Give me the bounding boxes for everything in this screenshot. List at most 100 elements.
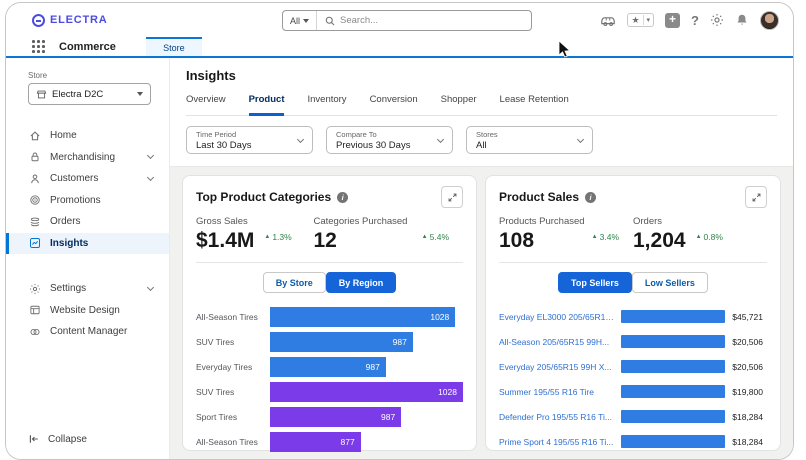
bar	[621, 310, 726, 323]
chart-row: All-Season Tires 1028	[196, 304, 463, 329]
sidebar-item-merchandising[interactable]: Merchandising	[6, 147, 169, 169]
expand-button[interactable]	[745, 186, 767, 208]
filter-value: Previous 30 Days	[336, 139, 411, 151]
tab-shopper[interactable]: Shopper	[441, 94, 477, 116]
expand-button[interactable]	[441, 186, 463, 208]
toggle-by-region[interactable]: By Region	[325, 272, 397, 293]
sidebar-item-orders[interactable]: Orders	[6, 211, 169, 233]
product-link[interactable]: Everyday EL3000 205/65R15...	[499, 312, 621, 322]
tab-inventory[interactable]: Inventory	[307, 94, 346, 116]
guidance-icon[interactable]	[600, 14, 616, 27]
info-icon[interactable]: i	[585, 191, 597, 203]
chevron-down-icon	[146, 173, 155, 181]
product-link[interactable]: All-Season 205/65R15 99H...	[499, 337, 621, 347]
filter-stores[interactable]: Stores All	[466, 126, 593, 154]
sidebar-item-label: Orders	[50, 216, 81, 228]
chart-row: Defender Pro 195/55 R16 Ti... $18,284	[499, 404, 767, 429]
filter-time-period[interactable]: Time Period Last 30 Days	[186, 126, 313, 154]
chart-row: Everyday Tires 987	[196, 354, 463, 379]
bar-value: 987	[365, 361, 380, 372]
bar-label: All-Season Tires	[196, 311, 258, 322]
toggle-top-sellers[interactable]: Top Sellers	[558, 272, 632, 293]
product-link[interactable]: Everyday 205/65R15 99H X...	[499, 362, 621, 372]
setup-gear-icon[interactable]	[710, 13, 724, 27]
sidebar-item-promotions[interactable]: Promotions	[6, 190, 169, 212]
bar: 987	[270, 356, 386, 377]
store-selector[interactable]: Electra D2C	[28, 83, 151, 105]
app-launcher-icon[interactable]	[32, 40, 45, 53]
sidebar-item-customers[interactable]: Customers	[6, 168, 169, 190]
avatar[interactable]	[760, 10, 779, 30]
sidebar-item-label: Promotions	[50, 194, 101, 206]
expand-icon	[448, 193, 456, 201]
metric-value: 108	[499, 229, 535, 252]
bar	[621, 435, 726, 448]
store-selector-value: Electra D2C	[52, 88, 104, 100]
chart-row: Sport Tires 987	[196, 404, 463, 429]
chart-row: Summer 195/55 R16 Tire $19,800	[499, 379, 767, 404]
search-input[interactable]	[340, 15, 531, 26]
chevron-down-icon	[576, 135, 585, 143]
bar: 1028	[270, 381, 463, 402]
favorites-button[interactable]: ★ ▾	[627, 13, 655, 27]
sidebar-collapse-button[interactable]: Collapse	[28, 433, 87, 445]
header-actions: ★ ▾ + ?	[600, 10, 779, 30]
product-link[interactable]: Prime Sport 4 195/55 R16 Ti...	[499, 437, 621, 447]
metric-label: Products Purchased	[499, 216, 585, 227]
metric-delta: ▲ 0.8%	[695, 232, 723, 242]
card-title: Product Sales	[499, 190, 580, 204]
tab-store[interactable]: Store	[145, 37, 202, 56]
sidebar-item-website-design[interactable]: Website Design	[6, 300, 169, 322]
sidebar-item-label: Content Manager	[50, 326, 128, 338]
chart-row: All-Season Tires 877	[196, 429, 463, 454]
help-icon[interactable]: ?	[691, 13, 699, 28]
bar-value: $20,506	[732, 336, 763, 347]
bar-value: $18,284	[732, 436, 763, 447]
product-link[interactable]: Summer 195/55 R16 Tire	[499, 387, 621, 397]
bar: 987	[270, 331, 413, 352]
gear-icon	[28, 283, 41, 295]
content-icon	[28, 326, 41, 338]
trend-up-icon: ▲	[591, 234, 598, 240]
sidebar-item-settings[interactable]: Settings	[6, 278, 169, 300]
favorites-star-icon: ★	[631, 14, 640, 25]
app-window: ELECTRA All ★ ▾ + ? Commerce	[5, 2, 794, 460]
toggle-by-store[interactable]: By Store	[262, 272, 326, 293]
app-navigation-bar: Commerce Store	[6, 37, 793, 58]
electra-logo: ELECTRA	[32, 13, 108, 27]
tab-lease-retention[interactable]: Lease Retention	[500, 94, 569, 116]
filter-label: Compare To	[336, 129, 377, 139]
sidebar-item-home[interactable]: Home	[6, 125, 169, 147]
lock-icon	[28, 151, 41, 163]
tab-conversion[interactable]: Conversion	[370, 94, 418, 116]
search-scope-selector[interactable]: All	[283, 11, 318, 30]
expand-icon	[752, 193, 760, 201]
sidebar-item-content-manager[interactable]: Content Manager	[6, 321, 169, 343]
bar	[621, 360, 726, 373]
metric-delta: ▲ 3.4%	[591, 232, 619, 242]
metric-categories-purchased: Categories Purchased 12 ▲ 5.4%	[313, 216, 463, 251]
tab-product[interactable]: Product	[248, 94, 285, 116]
filter-label: Time Period	[196, 129, 237, 139]
product-link[interactable]: Defender Pro 195/55 R16 Ti...	[499, 412, 621, 422]
chart-row: All-Season 205/65R15 99H... $20,506	[499, 329, 767, 354]
info-icon[interactable]: i	[337, 191, 349, 203]
bar-value: $20,506	[732, 361, 763, 372]
notifications-bell-icon[interactable]	[735, 13, 749, 27]
search-icon	[325, 16, 335, 25]
product-sales-chart: Everyday EL3000 205/65R15... $45,721 All-…	[499, 304, 767, 454]
sidebar-item-insights[interactable]: Insights	[6, 232, 169, 254]
favorites-divider	[642, 15, 644, 25]
filter-compare-to[interactable]: Compare To Previous 30 Days	[326, 126, 453, 154]
global-search[interactable]: All	[282, 10, 532, 31]
global-actions-icon[interactable]: +	[665, 12, 681, 28]
bar-label: SUV Tires	[196, 386, 235, 397]
toggle-low-sellers[interactable]: Low Sellers	[631, 272, 708, 293]
bar	[621, 385, 726, 398]
chart-row: Prime Sport 4 195/55 R16 Ti... $18,284	[499, 429, 767, 454]
chart-icon	[28, 237, 41, 249]
tab-overview[interactable]: Overview	[186, 94, 226, 116]
bar-value: $45,721	[732, 311, 763, 322]
bar-value: $18,284	[732, 411, 763, 422]
dashboard-cards: Top Product Categories i Gross Sales $1.…	[170, 167, 793, 459]
